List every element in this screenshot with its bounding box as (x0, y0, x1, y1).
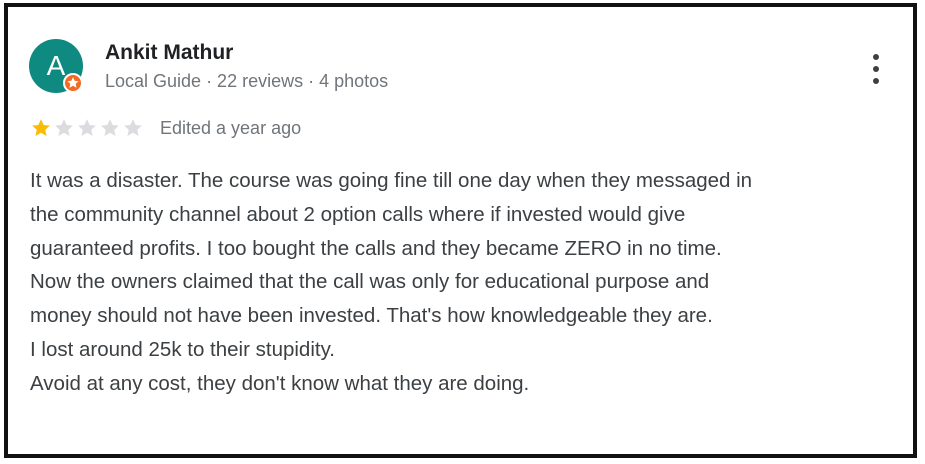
review-line: Now the owners claimed that the call was… (30, 270, 710, 294)
star-empty-icon (78, 119, 96, 136)
star-empty-icon (124, 119, 142, 136)
review-line: It was a disaster. The course was going … (30, 169, 753, 192)
local-guide-star-icon (63, 73, 83, 93)
review-line: money should not have been invested. Tha… (30, 304, 713, 328)
more-vert-icon[interactable] (866, 51, 886, 87)
review-line: the community channel about 2 option cal… (30, 202, 686, 226)
edited-timestamp: Edited a year ago (160, 118, 302, 138)
star-empty-icon (55, 119, 73, 136)
review-text: It was a disaster. The course was going … (30, 164, 910, 401)
review-line: guaranteed profits. I too bought the cal… (30, 236, 722, 260)
avatar-initial: A (46, 50, 66, 81)
reviewer-meta: Local Guide · 22 reviews · 4 photos (105, 71, 389, 91)
reviewer-name[interactable]: Ankit Mathur (105, 41, 233, 65)
review-line: I lost around 25k to their stupidity. (30, 337, 336, 361)
star-rating (30, 117, 144, 139)
star-empty-icon (101, 119, 119, 136)
review-card: A Ankit Mathur Local Guide · 22 reviews … (4, 3, 917, 458)
star-filled-icon (32, 119, 50, 136)
review-line: Avoid at any cost, they don't know what … (30, 371, 530, 395)
